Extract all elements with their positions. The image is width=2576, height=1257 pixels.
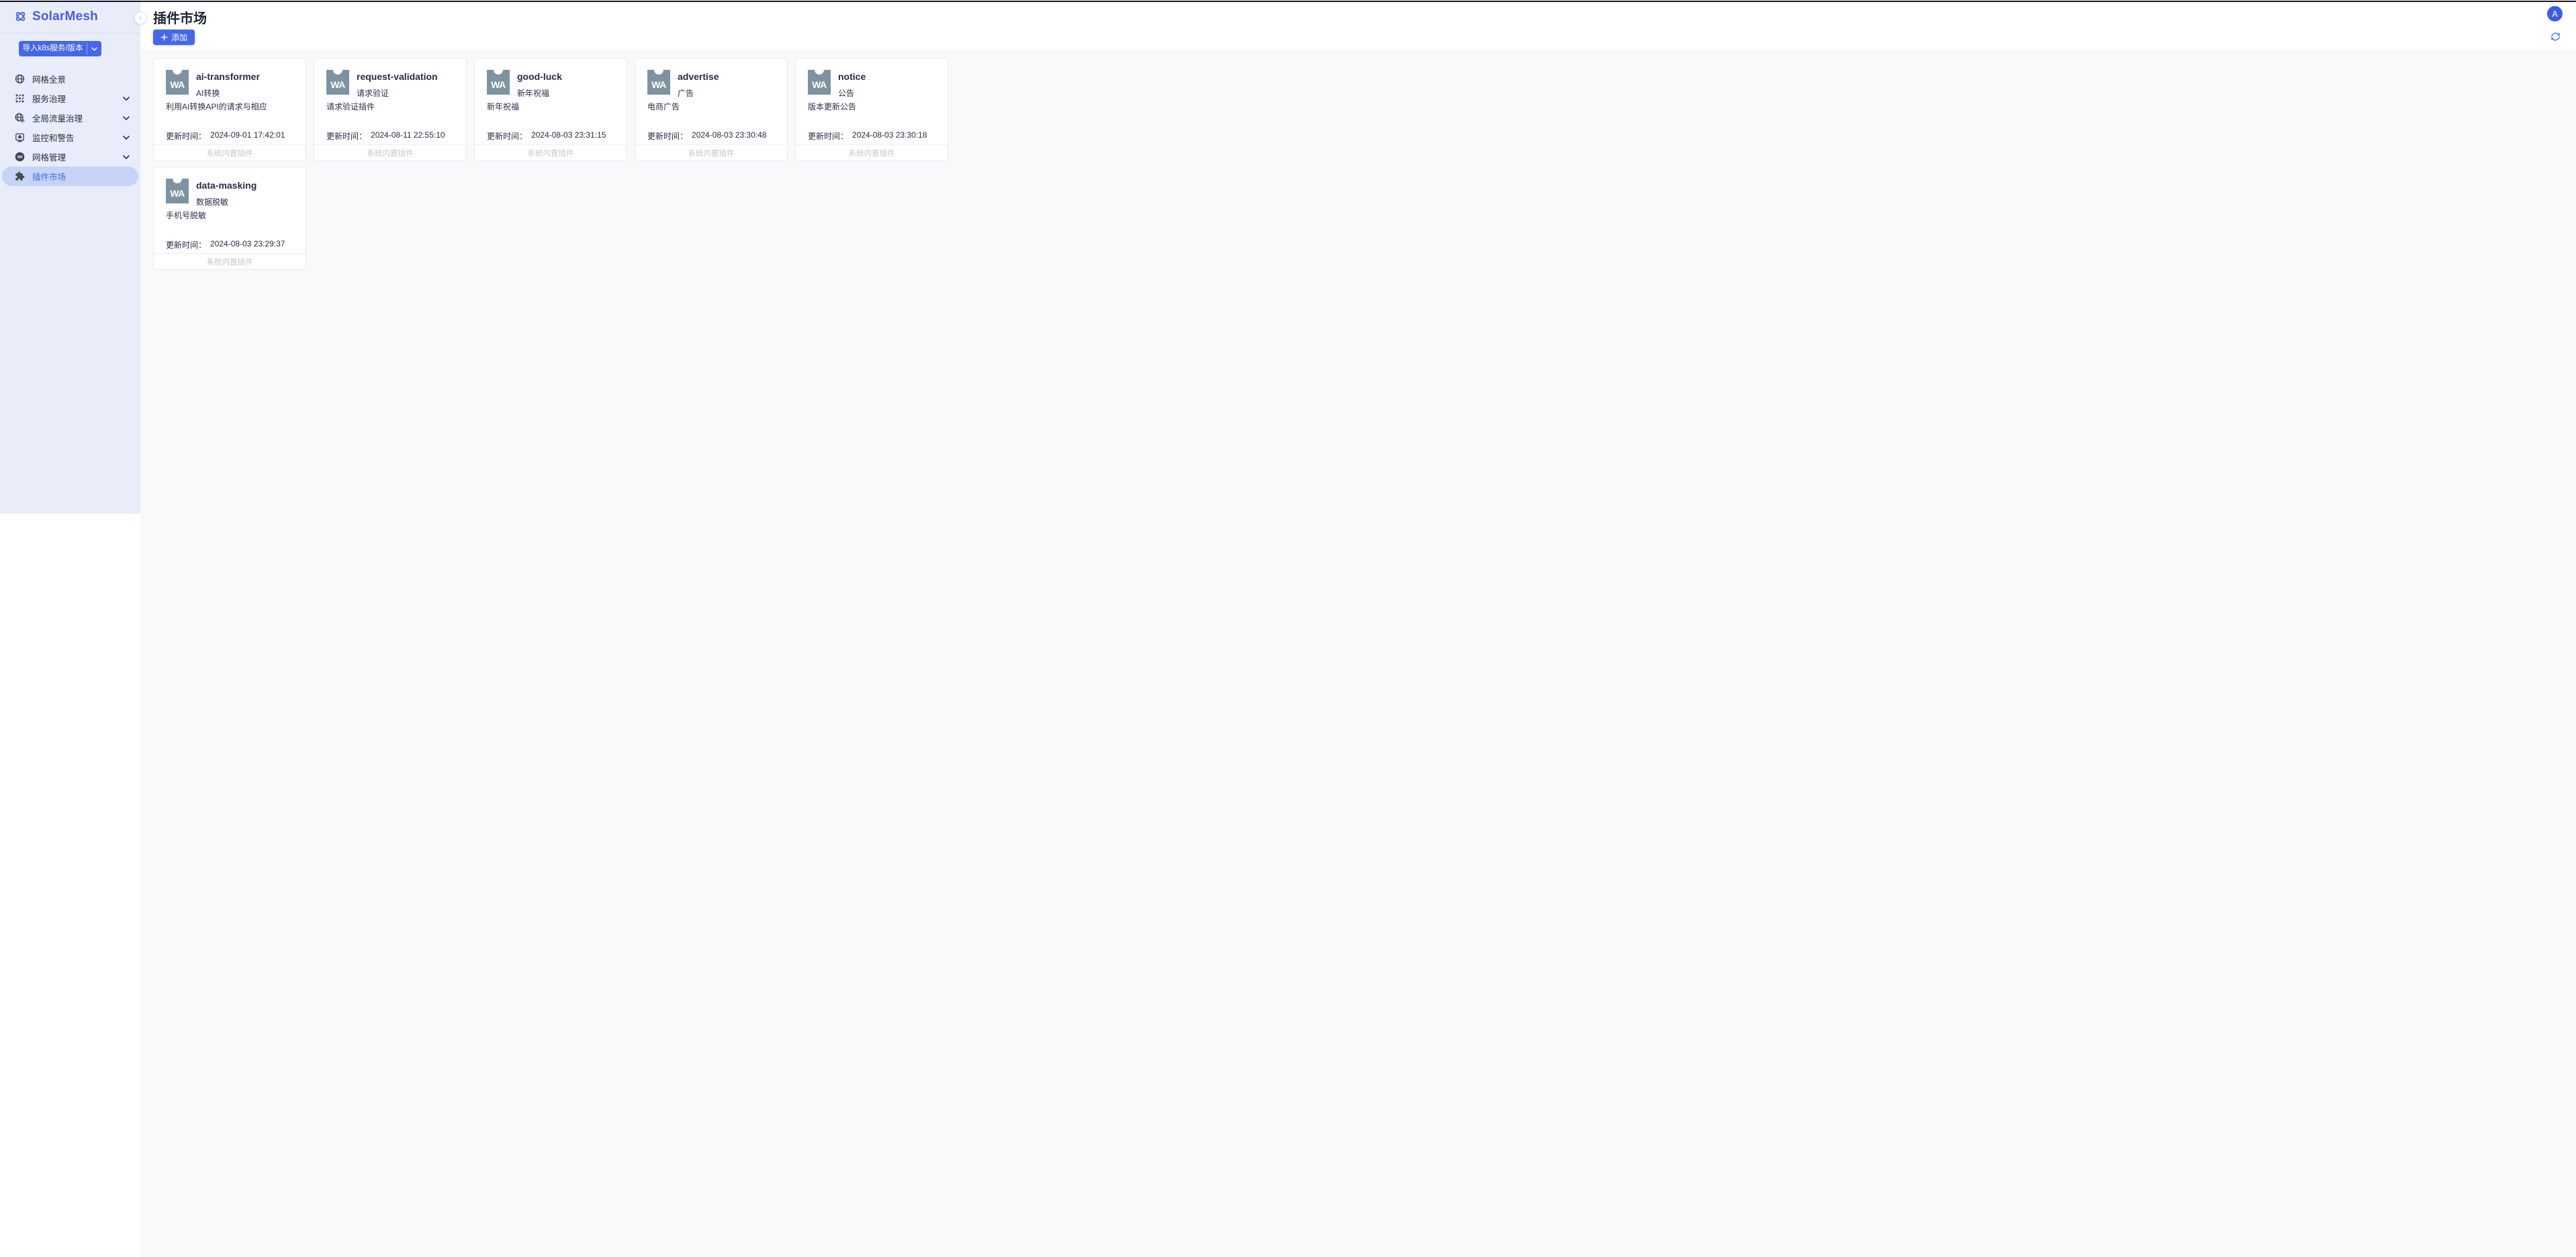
plugin-description: 手机号脱敏 — [166, 209, 299, 221]
add-plugin-button[interactable]: 添加 — [153, 30, 195, 45]
plugin-card[interactable]: WA good-luck 新年祝福 新年祝福 更新时间： 2024-08-03 … — [474, 58, 627, 161]
sidebar-item-label: 服务治理 — [32, 92, 123, 105]
sidebar-item-monitoring-alerts[interactable]: 监控和警告 — [2, 128, 138, 147]
plugin-alias: 新年祝福 — [517, 87, 549, 99]
plugin-description: 利用AI转换API的请求与相应 — [166, 101, 299, 112]
plugin-card[interactable]: WA request-validation 请求验证 请求验证插件 更新时间： … — [314, 58, 467, 161]
builtin-plugin-badge: 系统内置插件 — [154, 253, 306, 269]
plugin-updated-row: 更新时间： 2024-08-03 23:30:18 — [808, 130, 927, 142]
plugin-description: 电商广告 — [647, 101, 780, 112]
plugin-alias: 公告 — [838, 87, 854, 99]
updated-label: 更新时间： — [487, 130, 527, 142]
solarmesh-atom-icon — [14, 10, 27, 23]
updated-value: 2024-08-03 23:29:37 — [210, 239, 285, 250]
updated-label: 更新时间： — [166, 130, 206, 142]
user-avatar[interactable]: A — [2547, 6, 2563, 21]
sidebar-item-mesh-overview[interactable]: 网格全景 — [2, 69, 138, 89]
sidebar-item-label: 监控和警告 — [32, 131, 123, 144]
plugin-name: data-masking — [196, 180, 257, 191]
plugin-name: notice — [838, 71, 866, 82]
plugin-description: 请求验证插件 — [326, 101, 459, 112]
builtin-plugin-badge: 系统内置插件 — [314, 144, 466, 160]
updated-label: 更新时间： — [647, 130, 688, 142]
logo: SolarMesh — [0, 0, 140, 34]
plugin-description: 版本更新公告 — [808, 101, 941, 112]
updated-label: 更新时间： — [808, 130, 848, 142]
chevron-down-icon — [123, 136, 130, 140]
plugin-updated-row: 更新时间： 2024-08-03 23:30:48 — [647, 130, 766, 142]
import-k8s-label: 导入k8s服务/版本 — [19, 41, 87, 56]
globe-icon — [15, 74, 25, 84]
builtin-plugin-badge: 系统内置插件 — [154, 144, 306, 160]
builtin-plugin-badge: 系统内置插件 — [796, 144, 948, 160]
globe-gear-icon — [15, 113, 25, 123]
sidebar-item-mesh-management[interactable]: 网格管理 — [2, 147, 138, 167]
plugin-updated-row: 更新时间： 2024-09-01 17:42:01 — [166, 130, 285, 142]
service-grid-icon — [15, 93, 25, 103]
main-area: 插件市场 添加 A WA ai-transformer AI转换 利用AI转换A… — [140, 0, 2576, 1257]
plugin-updated-row: 更新时间： 2024-08-03 23:29:37 — [166, 239, 285, 250]
wasm-plugin-icon: WA — [647, 70, 670, 95]
plugin-description: 新年祝福 — [487, 101, 620, 112]
sidebar-menu: 网格全景 服务治理 全局流量治理 监控和警告 网格管理 插件市场 — [0, 69, 140, 186]
sidebar-item-global-traffic[interactable]: 全局流量治理 — [2, 108, 138, 128]
refresh-button[interactable] — [2550, 31, 2561, 42]
puzzle-icon — [15, 171, 25, 181]
sidebar-item-plugin-market[interactable]: 插件市场 — [2, 167, 138, 186]
plugin-card[interactable]: WA data-masking 数据脱敏 手机号脱敏 更新时间： 2024-08… — [153, 167, 306, 270]
page-header: 插件市场 添加 A — [140, 0, 2576, 49]
builtin-plugin-badge: 系统内置插件 — [475, 144, 627, 160]
wasm-plugin-icon: WA — [166, 70, 189, 95]
plugin-market-content: WA ai-transformer AI转换 利用AI转换API的请求与相应 更… — [140, 49, 2576, 1257]
app-name: SolarMesh — [32, 9, 98, 24]
plugin-alias: 广告 — [678, 87, 694, 99]
updated-value: 2024-08-11 22:55:10 — [371, 130, 445, 142]
page-title: 插件市场 — [153, 7, 207, 27]
updated-label: 更新时间： — [166, 239, 206, 250]
sidebar-collapse-button[interactable]: ‹ — [134, 12, 146, 24]
wasm-plugin-icon: WA — [326, 70, 349, 95]
builtin-plugin-badge: 系统内置插件 — [635, 144, 787, 160]
chevron-down-icon — [123, 155, 130, 159]
plugin-card[interactable]: WA ai-transformer AI转换 利用AI转换API的请求与相应 更… — [153, 58, 306, 161]
wasm-plugin-icon: WA — [487, 70, 510, 95]
plugin-updated-row: 更新时间： 2024-08-03 23:31:15 — [487, 130, 606, 142]
sidebar-item-label: 全局流量治理 — [32, 111, 123, 124]
plugin-card[interactable]: WA notice 公告 版本更新公告 更新时间： 2024-08-03 23:… — [795, 58, 948, 161]
sidebar: SolarMesh 导入k8s服务/版本 网格全景 服务治理 全局流量治理 监控… — [0, 0, 140, 514]
updated-value: 2024-08-03 23:30:18 — [852, 130, 927, 142]
plugin-name: request-validation — [357, 71, 438, 82]
chevron-down-icon — [123, 97, 130, 101]
sidebar-item-label: 插件市场 — [32, 170, 123, 183]
import-k8s-button[interactable]: 导入k8s服务/版本 — [19, 41, 101, 56]
updated-value: 2024-08-03 23:30:48 — [692, 130, 766, 142]
sidebar-item-label: 网格全景 — [32, 73, 123, 85]
updated-label: 更新时间： — [326, 130, 367, 142]
plugin-alias: AI转换 — [196, 87, 220, 99]
plus-icon — [160, 34, 168, 41]
plugin-name: ai-transformer — [196, 71, 260, 82]
plugin-alias: 数据脱敏 — [196, 196, 228, 207]
sidebar-item-label: 网格管理 — [32, 150, 123, 163]
plugin-name: good-luck — [517, 71, 562, 82]
chevron-down-icon[interactable] — [87, 41, 101, 56]
wasm-plugin-icon: WA — [166, 179, 189, 203]
plugin-alias: 请求验证 — [357, 87, 389, 99]
monitor-bell-icon — [15, 132, 25, 142]
sidebar-item-service-governance[interactable]: 服务治理 — [2, 89, 138, 108]
chevron-down-icon — [123, 116, 130, 120]
refresh-icon — [2550, 31, 2561, 42]
plugin-name: advertise — [678, 71, 719, 82]
updated-value: 2024-09-01 17:42:01 — [210, 130, 285, 142]
add-plugin-label: 添加 — [171, 32, 187, 43]
plugin-updated-row: 更新时间： 2024-08-11 22:55:10 — [326, 130, 445, 142]
updated-value: 2024-08-03 23:31:15 — [531, 130, 606, 142]
plugin-card-grid: WA ai-transformer AI转换 利用AI转换API的请求与相应 更… — [153, 58, 956, 270]
plugin-card[interactable]: WA advertise 广告 电商广告 更新时间： 2024-08-03 23… — [635, 58, 788, 161]
window-top-border — [0, 1, 2576, 2]
sm-badge-icon — [15, 152, 25, 162]
wasm-plugin-icon: WA — [808, 70, 831, 95]
